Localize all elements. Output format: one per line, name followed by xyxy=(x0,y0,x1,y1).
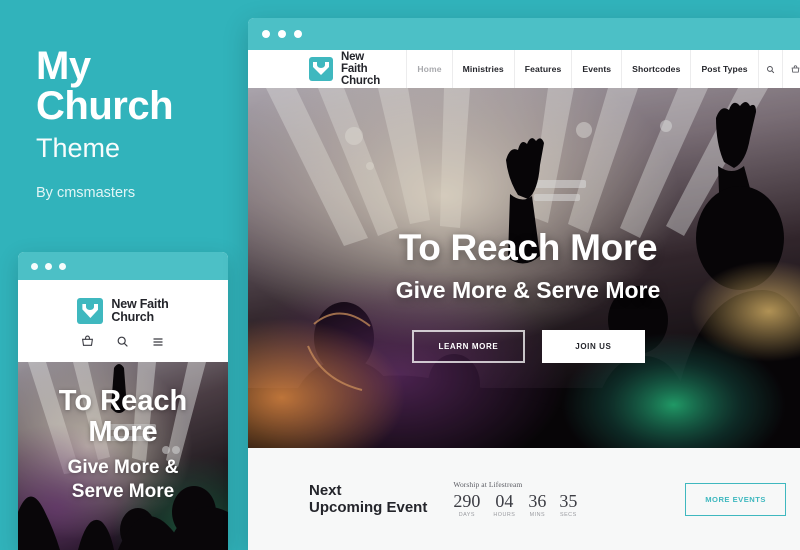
mobile-hero-text: To Reach More Give More & Serve More xyxy=(18,362,228,550)
event-countdown: Worship at Lifestream 290 DAYS 04 HOURS … xyxy=(453,480,577,518)
window-dot-maximize[interactable] xyxy=(59,262,66,270)
window-dot-close[interactable] xyxy=(262,30,270,38)
mobile-hero-section: To Reach More Give More & Serve More xyxy=(18,362,228,550)
hero-heading: To Reach More xyxy=(398,226,658,268)
countdown-mins: 36 MINS xyxy=(528,491,546,518)
mobile-preview-window: New Faith Church To Reach More Give More… xyxy=(18,252,228,550)
desktop-window-titlebar xyxy=(248,18,800,50)
page-title: My Church xyxy=(36,46,248,126)
countdown-mins-value: 36 xyxy=(528,491,547,511)
mobile-window-titlebar xyxy=(18,252,228,280)
promo-author: By cmsmasters xyxy=(36,185,136,201)
join-us-button[interactable]: JOIN US xyxy=(542,329,645,363)
countdown-secs-value: 35 xyxy=(559,491,578,511)
countdown-days-value: 290 xyxy=(453,491,481,511)
mobile-site-logo[interactable]: New Faith Church xyxy=(77,298,169,324)
window-dot-minimize[interactable] xyxy=(45,262,52,270)
search-icon[interactable] xyxy=(116,335,129,348)
countdown-hours-value: 04 xyxy=(495,491,514,511)
nav-item-ministries[interactable]: Ministries xyxy=(451,50,514,88)
learn-more-button[interactable]: LEARN MORE xyxy=(411,329,526,363)
countdown-days-label: DAYS xyxy=(458,512,475,518)
countdown-mins-label: MINS xyxy=(529,512,546,518)
desktop-site-logo[interactable]: New Faith Church xyxy=(309,50,406,88)
event-strip-title: Next Upcoming Event xyxy=(309,482,427,516)
hamburger-menu-icon[interactable] xyxy=(151,336,165,348)
mobile-logo-text: New Faith Church xyxy=(111,298,168,324)
mobile-site-header: New Faith Church xyxy=(18,280,228,362)
window-dot-close[interactable] xyxy=(31,262,38,270)
desktop-hero-text: To Reach More Give More & Serve More LEA… xyxy=(248,88,800,448)
desktop-logo-line1: New Faith xyxy=(341,51,368,75)
desktop-logo-text: New Faith Church xyxy=(341,51,392,87)
nav-item-features[interactable]: Features xyxy=(513,50,572,88)
desktop-hero-section: To Reach More Give More & Serve More LEA… xyxy=(248,88,800,448)
desktop-navbar: New Faith Church Home Ministries Feature… xyxy=(248,50,800,88)
heart-shield-icon xyxy=(309,57,333,81)
nav-item-events[interactable]: Events xyxy=(571,50,621,88)
hero-button-group: LEARN MORE JOIN US xyxy=(411,329,645,363)
event-name: Worship at Lifestream xyxy=(453,480,523,489)
basket-icon[interactable] xyxy=(782,50,800,88)
mobile-hero-sub-line1: Give More & xyxy=(67,457,179,478)
mobile-hero-heading-line1: To Reach xyxy=(58,385,188,417)
countdown-hours-label: HOURS xyxy=(493,512,516,518)
countdown-secs-label: SECS xyxy=(559,512,577,518)
window-dot-minimize[interactable] xyxy=(278,30,286,38)
promo-subtitle: Theme xyxy=(36,133,121,163)
event-title-line2: Upcoming Event xyxy=(309,499,428,516)
nav-item-post-types[interactable]: Post Types xyxy=(690,50,757,88)
basket-icon[interactable] xyxy=(81,335,94,348)
nav-item-shortcodes[interactable]: Shortcodes xyxy=(621,50,690,88)
countdown-days: 290 DAYS xyxy=(453,491,480,518)
mobile-hero-heading-line2: More xyxy=(88,416,158,448)
event-title-line1: Next xyxy=(309,482,342,499)
desktop-logo-line2: Church xyxy=(341,75,381,87)
heart-shield-icon xyxy=(77,298,104,324)
upcoming-event-strip: Next Upcoming Event Worship at Lifestrea… xyxy=(248,448,800,550)
more-events-button[interactable]: MORE EVENTS xyxy=(685,482,786,516)
nav-item-home[interactable]: Home xyxy=(406,50,451,88)
mobile-hero-sub-line2: Serve More xyxy=(71,481,175,502)
mobile-header-icons xyxy=(81,335,165,348)
window-dot-maximize[interactable] xyxy=(294,30,302,38)
countdown-hours: 04 HOURS xyxy=(493,491,515,518)
mobile-logo-line1: New Faith xyxy=(111,297,169,311)
promo-title-line1: My xyxy=(36,44,91,88)
countdown-secs: 35 SECS xyxy=(559,491,577,518)
mobile-logo-line2: Church xyxy=(111,310,154,324)
desktop-preview-window: New Faith Church Home Ministries Feature… xyxy=(248,18,800,550)
hero-subheading: Give More & Serve More xyxy=(395,276,661,303)
search-icon[interactable] xyxy=(757,50,783,88)
promo-title-line2: Church xyxy=(36,84,174,128)
